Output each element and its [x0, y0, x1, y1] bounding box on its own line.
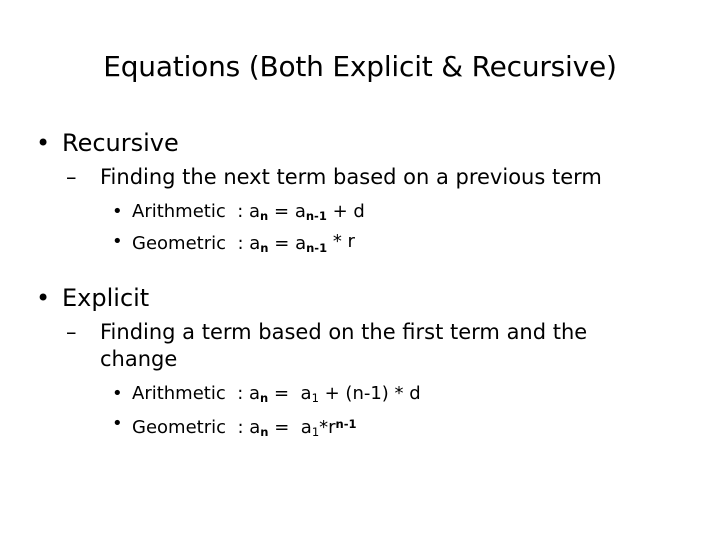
- slide: Equations (Both Explicit & Recursive) • …: [0, 0, 720, 540]
- equation-explicit-geometric: an = a1*rn-1: [249, 416, 357, 439]
- bullet-icon: •: [36, 283, 51, 312]
- bullet-level2-explicit-desc: – Finding a term based on the first term…: [0, 319, 720, 373]
- bullet-level3-recursive-arithmetic: • Arithmetic : an = an-1 + d: [0, 199, 720, 229]
- bullet-level2-recursive-desc: – Finding the next term based on a previ…: [0, 164, 720, 191]
- item-label: Geometric: [132, 416, 226, 438]
- page-title: Equations (Both Explicit & Recursive): [103, 50, 617, 83]
- bullet-level3-explicit-arithmetic: • Arithmetic : an = a1 + (n-1) * d: [0, 381, 720, 411]
- dash-icon: –: [66, 319, 77, 344]
- bullet-icon: •: [112, 382, 123, 404]
- bullet-level1-recursive: • Recursive: [0, 128, 720, 158]
- section-heading-explicit: Explicit: [62, 283, 150, 312]
- bullet-level1-explicit: • Explicit: [0, 283, 720, 313]
- item-label: Geometric: [132, 233, 226, 255]
- bullet-icon: •: [112, 201, 123, 222]
- bullet-level3-explicit-geometric: • Geometric : an = a1*rn-1: [0, 411, 720, 445]
- equation-recursive-arithmetic: an = an-1 + d: [249, 201, 365, 223]
- item-label: Arithmetic: [132, 201, 226, 222]
- item-label: Arithmetic: [132, 382, 226, 404]
- section-description-recursive: Finding the next term based on a previou…: [100, 165, 602, 189]
- bullet-icon: •: [112, 230, 123, 252]
- section-description-explicit: Finding a term based on the first term a…: [100, 319, 588, 371]
- dash-icon: –: [66, 165, 77, 189]
- section-heading-recursive: Recursive: [62, 129, 179, 157]
- bullet-icon: •: [112, 412, 123, 434]
- bullet-level3-recursive-geometric: • Geometric : an = an-1 * r: [0, 229, 720, 261]
- bullet-icon: •: [36, 129, 51, 157]
- equation-explicit-arithmetic: an = a1 + (n-1) * d: [249, 382, 421, 405]
- equation-recursive-geometric: an = an-1 * r: [249, 230, 355, 255]
- slide-body: • Recursive – Finding the next term base…: [0, 128, 720, 444]
